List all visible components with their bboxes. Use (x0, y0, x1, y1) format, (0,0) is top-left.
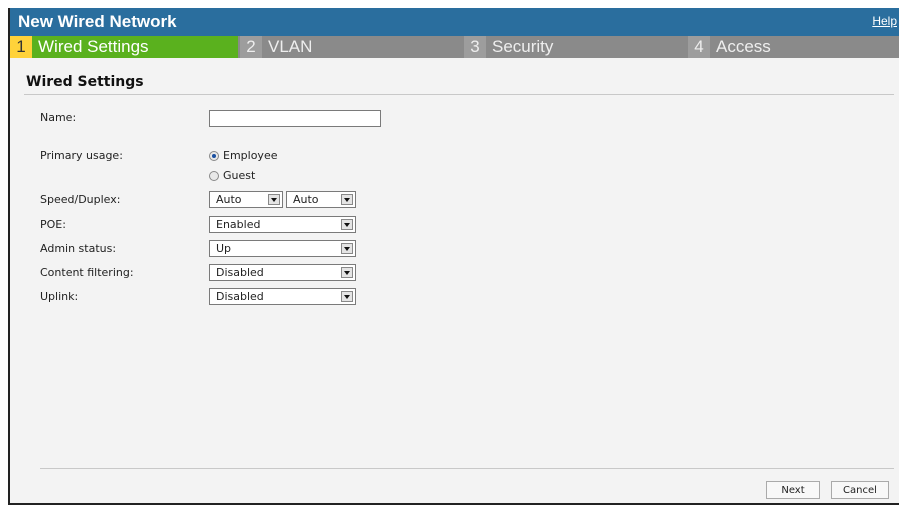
window-title: New Wired Network (18, 12, 177, 31)
radio-label: Employee (223, 149, 278, 162)
speed-select[interactable]: Auto (209, 191, 283, 208)
content-filtering-select[interactable]: Disabled (209, 264, 356, 281)
admin-status-select[interactable]: Up (209, 240, 356, 257)
poe-select[interactable]: Enabled (209, 216, 356, 233)
step-number: 1 (10, 36, 32, 58)
tab-access[interactable]: 4 Access (688, 36, 899, 58)
tab-label: Access (716, 37, 771, 56)
admin-status-label: Admin status: (40, 242, 117, 255)
chevron-down-icon (341, 219, 353, 230)
footer-divider (40, 468, 894, 469)
tab-vlan[interactable]: 2 VLAN (240, 36, 462, 58)
tab-wired-settings[interactable]: 1 Wired Settings (10, 36, 238, 58)
radio-guest[interactable]: Guest (209, 169, 255, 182)
title-bar: New Wired Network Help (10, 8, 899, 36)
wizard-steps: 1 Wired Settings 2 VLAN 3 Security 4 Acc… (10, 36, 899, 58)
uplink-select[interactable]: Disabled (209, 288, 356, 305)
step-number: 3 (464, 36, 486, 58)
help-link[interactable]: Help (872, 14, 897, 28)
chevron-down-icon (268, 194, 280, 205)
tab-label: Wired Settings (38, 37, 149, 56)
wizard-window: New Wired Network Help 1 Wired Settings … (8, 8, 899, 505)
cancel-button[interactable]: Cancel (831, 481, 889, 499)
radio-label: Guest (223, 169, 256, 182)
radio-employee[interactable]: Employee (209, 149, 277, 162)
select-value: Disabled (216, 266, 264, 279)
select-value: Enabled (216, 218, 261, 231)
next-button[interactable]: Next (766, 481, 820, 499)
step-number: 4 (688, 36, 710, 58)
chevron-down-icon (341, 243, 353, 254)
select-value: Up (216, 242, 232, 255)
tab-security[interactable]: 3 Security (464, 36, 686, 58)
section-title: Wired Settings (26, 74, 144, 90)
chevron-down-icon (341, 267, 353, 278)
radio-selected-icon (209, 150, 219, 161)
name-label: Name: (40, 111, 77, 124)
chevron-down-icon (341, 291, 353, 302)
uplink-label: Uplink: (40, 290, 79, 303)
speed-duplex-label: Speed/Duplex: (40, 193, 121, 206)
poe-label: POE: (40, 218, 66, 231)
tab-label: VLAN (268, 37, 313, 56)
radio-unselected-icon (209, 170, 219, 181)
step-number: 2 (240, 36, 262, 58)
select-value: Auto (293, 193, 319, 206)
content-filtering-label: Content filtering: (40, 266, 134, 279)
select-value: Auto (216, 193, 242, 206)
name-input[interactable] (209, 110, 381, 127)
chevron-down-icon (341, 194, 353, 205)
tab-label: Security (492, 37, 554, 56)
duplex-select[interactable]: Auto (286, 191, 356, 208)
section-divider (24, 94, 894, 95)
select-value: Disabled (216, 290, 264, 303)
primary-usage-label: Primary usage: (40, 149, 123, 162)
